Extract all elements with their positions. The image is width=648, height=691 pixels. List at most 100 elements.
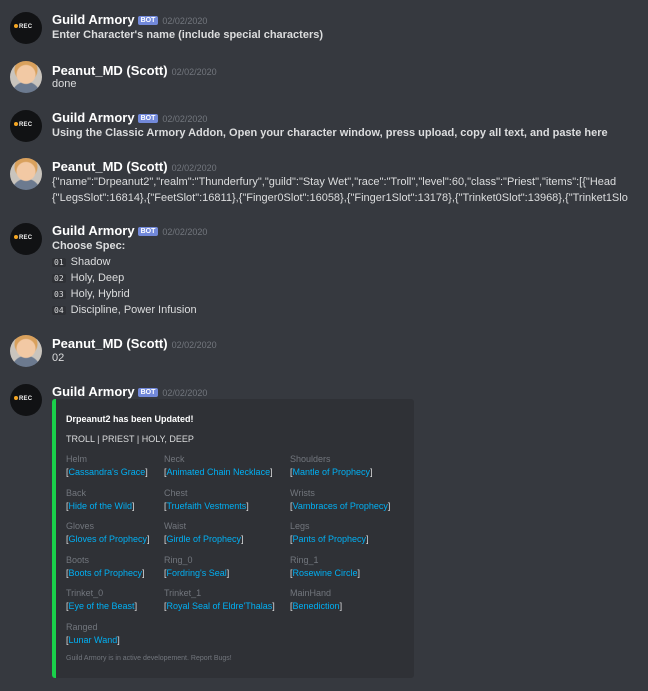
message-header: Guild Armory BOT 02/02/2020 xyxy=(52,109,207,127)
item-link[interactable]: Benediction xyxy=(293,601,340,611)
spec-option: 02 Holy, Deep xyxy=(52,272,124,284)
field-helm: Helm [Cassandra's Grace] xyxy=(66,454,148,477)
message-text: 02 xyxy=(52,352,65,364)
field-neck: Neck [Animated Chain Necklace] xyxy=(164,454,273,477)
item-link[interactable]: Hide of the Wild xyxy=(69,501,133,511)
field-name: Back xyxy=(66,488,87,498)
field-waist: Waist [Girdle of Prophecy] xyxy=(164,521,244,544)
username[interactable]: Guild Armory xyxy=(52,384,135,399)
item-link[interactable]: Mantle of Prophecy xyxy=(293,467,371,477)
username[interactable]: Guild Armory xyxy=(52,223,135,238)
field-name: Helm xyxy=(66,454,88,464)
item-link[interactable]: Fordring's Seal xyxy=(167,568,227,578)
message-text-line-1: {"name":"Drpeanut2","realm":"Thunderfury… xyxy=(52,176,617,188)
user-avatar[interactable] xyxy=(10,335,42,367)
message-text: Using the Classic Armory Addon, Open you… xyxy=(52,127,608,139)
bot-avatar[interactable]: REC xyxy=(10,384,42,416)
item-link[interactable]: Pants of Prophecy xyxy=(293,534,367,544)
field-name: Trinket_0 xyxy=(66,588,104,598)
field-chest: Chest [Truefaith Vestments] xyxy=(164,488,249,511)
field-name: Ring_1 xyxy=(290,555,319,565)
field-legs: Legs [Pants of Prophecy] xyxy=(290,521,369,544)
field-name: Trinket_1 xyxy=(164,588,202,598)
user-avatar[interactable] xyxy=(10,158,42,190)
bot-avatar[interactable]: REC xyxy=(10,12,42,44)
username[interactable]: Peanut_MD (Scott) xyxy=(52,159,168,174)
option-label: Discipline, Power Infusion xyxy=(70,304,197,316)
field-name: Ranged xyxy=(66,622,98,632)
message-header: Peanut_MD (Scott) 02/02/2020 xyxy=(52,335,217,353)
option-number: 01 xyxy=(52,258,66,267)
field-name: Waist xyxy=(164,521,187,531)
item-link[interactable]: Girdle of Prophecy xyxy=(167,534,242,544)
field-name: Wrists xyxy=(290,488,315,498)
field-name: Neck xyxy=(164,454,185,464)
option-number: 04 xyxy=(52,306,66,315)
field-name: Chest xyxy=(164,488,188,498)
item-link[interactable]: Cassandra's Grace xyxy=(69,467,146,477)
timestamp: 02/02/2020 xyxy=(162,16,208,26)
field-name: Shoulders xyxy=(290,454,331,464)
avatar-logo-text: REC xyxy=(14,396,32,402)
embed-footer: Guild Armory is in active developement. … xyxy=(66,655,232,662)
field-name: Gloves xyxy=(66,521,95,531)
message-header: Peanut_MD (Scott) 02/02/2020 xyxy=(52,158,217,176)
option-number: 03 xyxy=(52,290,66,299)
message-header: Guild Armory BOT 02/02/2020 xyxy=(52,222,207,240)
field-ranged: Ranged [Lunar Wand] xyxy=(66,622,120,645)
item-link[interactable]: Royal Seal of Eldre'Thalas xyxy=(167,601,273,611)
field-gloves: Gloves [Gloves of Prophecy] xyxy=(66,521,150,544)
timestamp: 02/02/2020 xyxy=(171,67,217,77)
item-link[interactable]: Truefaith Vestments xyxy=(167,501,247,511)
username[interactable]: Guild Armory xyxy=(52,110,135,125)
embed-title: Drpeanut2 has been Updated! xyxy=(66,414,194,424)
bot-badge: BOT xyxy=(137,16,159,25)
message-header: Guild Armory BOT 02/02/2020 xyxy=(52,11,207,29)
username[interactable]: Peanut_MD (Scott) xyxy=(52,63,168,78)
bot-avatar[interactable]: REC xyxy=(10,110,42,142)
timestamp: 02/02/2020 xyxy=(162,227,208,237)
user-avatar[interactable] xyxy=(10,61,42,93)
option-number: 02 xyxy=(52,274,66,283)
bot-badge: BOT xyxy=(137,388,159,397)
field-name: Boots xyxy=(66,555,90,565)
timestamp: 02/02/2020 xyxy=(162,114,208,124)
message-header: Peanut_MD (Scott) 02/02/2020 xyxy=(52,62,217,80)
timestamp: 02/02/2020 xyxy=(171,163,217,173)
bot-badge: BOT xyxy=(137,114,159,123)
field-back: Back [Hide of the Wild] xyxy=(66,488,135,511)
field-mainhand: MainHand [Benediction] xyxy=(290,588,343,611)
item-link[interactable]: Boots of Prophecy xyxy=(69,568,143,578)
timestamp: 02/02/2020 xyxy=(162,388,208,398)
bot-badge: BOT xyxy=(137,227,159,236)
field-name: Ring_0 xyxy=(164,555,193,565)
field-wrists: Wrists [Vambraces of Prophecy] xyxy=(290,488,391,511)
username[interactable]: Guild Armory xyxy=(52,12,135,27)
field-ring-0: Ring_0 [Fordring's Seal] xyxy=(164,555,230,578)
field-shoulders: Shoulders [Mantle of Prophecy] xyxy=(290,454,373,477)
field-trinket-0: Trinket_0 [Eye of the Beast] xyxy=(66,588,138,611)
field-name: MainHand xyxy=(290,588,332,598)
field-name: Legs xyxy=(290,521,310,531)
item-link[interactable]: Rosewine Circle xyxy=(293,568,358,578)
spec-heading: Choose Spec: xyxy=(52,240,126,252)
spec-option: 03 Holy, Hybrid xyxy=(52,288,130,300)
bot-avatar[interactable]: REC xyxy=(10,223,42,255)
message-text: Enter Character's name (include special … xyxy=(52,29,324,41)
spec-option: 04 Discipline, Power Infusion xyxy=(52,304,197,316)
embed-description: TROLL | PRIEST | HOLY, DEEP xyxy=(66,434,194,444)
item-link[interactable]: Vambraces of Prophecy xyxy=(293,501,388,511)
item-link[interactable]: Eye of the Beast xyxy=(69,601,135,611)
option-label: Holy, Hybrid xyxy=(70,288,130,300)
avatar-logo-text: REC xyxy=(14,24,32,30)
field-trinket-1: Trinket_1 [Royal Seal of Eldre'Thalas] xyxy=(164,588,275,611)
username[interactable]: Peanut_MD (Scott) xyxy=(52,336,168,351)
item-link[interactable]: Gloves of Prophecy xyxy=(69,534,148,544)
timestamp: 02/02/2020 xyxy=(171,340,217,350)
message-text-line-2: {"LegsSlot":16814},{"FeetSlot":16811},{"… xyxy=(52,192,628,204)
item-link[interactable]: Lunar Wand xyxy=(69,635,118,645)
field-boots: Boots [Boots of Prophecy] xyxy=(66,555,145,578)
item-link[interactable]: Animated Chain Necklace xyxy=(167,467,271,477)
armory-embed: Drpeanut2 has been Updated! TROLL | PRIE… xyxy=(52,399,414,678)
option-label: Holy, Deep xyxy=(70,272,125,284)
